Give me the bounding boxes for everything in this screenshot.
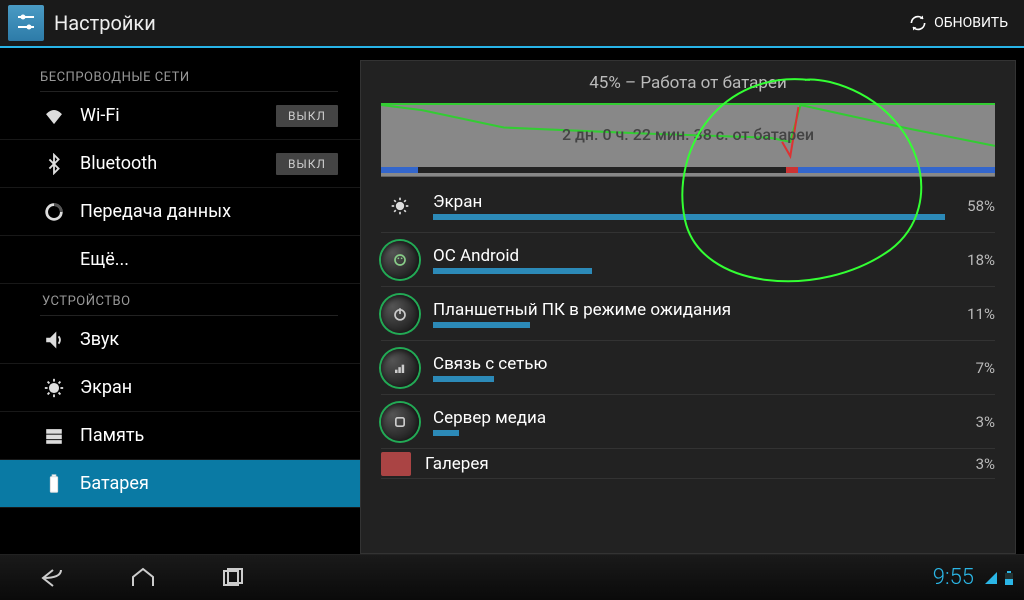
usage-name: Экран [433,192,945,212]
section-wireless: БЕСПРОВОДНЫЕ СЕТИ [0,60,360,91]
content: БЕСПРОВОДНЫЕ СЕТИ Wi-Fi ВЫКЛ Bluetooth В… [0,48,1024,554]
usage-item-android-os[interactable]: ОС Android 18% [381,233,995,287]
recents-button[interactable] [188,555,278,600]
sidebar-item-data-usage[interactable]: Передача данных [0,188,360,236]
sidebar-item-battery[interactable]: Батарея [0,460,360,508]
battery-usage-list: Экран 58% ОС Android 18% [361,179,1015,479]
usage-name: Связь с сетью [433,354,945,374]
usage-bar [433,214,945,220]
usage-bar [433,376,494,382]
usage-bar [433,430,459,436]
wifi-icon [40,102,68,130]
sound-icon [40,326,68,354]
battery-graph-strip [381,167,995,173]
battery-summary: 45% – Работа от батареи [361,61,1015,103]
battery-graph-time: 2 дн. 0 ч. 22 мин. 38 с. от батареи [381,125,995,144]
usage-pct: 3% [959,455,995,473]
usage-name: Планшетный ПК в режиме ожидания [433,300,945,320]
android-icon [381,241,419,279]
usage-item-screen[interactable]: Экран 58% [381,179,995,233]
status-icons[interactable] [984,571,1016,585]
battery-graph[interactable]: 2 дн. 0 ч. 22 мин. 38 с. от батареи [381,103,995,173]
bluetooth-icon [40,150,68,178]
sidebar-item-label: Экран [80,377,338,398]
media-icon [381,403,419,441]
usage-pct: 18% [959,251,995,269]
sidebar-item-label: Передача данных [80,201,338,222]
sidebar-item-wifi[interactable]: Wi-Fi ВЫКЛ [0,92,360,140]
sidebar-item-label: Память [80,425,338,446]
action-bar: Настройки ОБНОВИТЬ [0,0,1024,48]
sidebar: БЕСПРОВОДНЫЕ СЕТИ Wi-Fi ВЫКЛ Bluetooth В… [0,48,360,554]
page-title: Настройки [54,11,900,35]
usage-item-gallery[interactable]: Галерея 3% [381,449,995,479]
signal-status-icon [984,571,998,585]
battery-status-icon [1002,571,1016,585]
storage-icon [40,422,68,450]
section-device: УСТРОЙСТВО [0,284,360,315]
main-pane: 45% – Работа от батареи 2 дн. 0 ч. 22 ми… [360,60,1016,554]
usage-item-cell[interactable]: Связь с сетью 7% [381,341,995,395]
usage-pct: 11% [959,305,995,323]
sidebar-item-label: Ещё... [80,249,338,270]
usage-pct: 58% [959,197,995,215]
usage-item-media-server[interactable]: Сервер медиа 3% [381,395,995,449]
home-button[interactable] [98,555,188,600]
data-usage-icon [40,198,68,226]
usage-name: Галерея [425,454,945,474]
signal-icon [381,349,419,387]
brightness-icon [381,187,419,225]
usage-bar [433,268,592,274]
sidebar-item-storage[interactable]: Память [0,412,360,460]
sidebar-item-more[interactable]: Ещё... [0,236,360,284]
sidebar-item-label: Wi-Fi [80,105,276,126]
sidebar-item-bluetooth[interactable]: Bluetooth ВЫКЛ [0,140,360,188]
system-nav-bar: 9:55 [0,554,1024,600]
bluetooth-toggle[interactable]: ВЫКЛ [276,153,338,175]
usage-pct: 3% [959,413,995,431]
usage-name: Сервер медиа [433,408,945,428]
sliders-icon [14,11,38,35]
wifi-toggle[interactable]: ВЫКЛ [276,105,338,127]
refresh-icon [908,13,928,33]
usage-name: ОС Android [433,246,945,266]
sidebar-item-label: Звук [80,329,338,350]
settings-app-icon [8,5,44,41]
usage-pct: 7% [959,359,995,377]
battery-icon [40,470,68,498]
blank-icon [40,246,68,274]
sidebar-item-display[interactable]: Экран [0,364,360,412]
statusbar-clock[interactable]: 9:55 [933,565,974,590]
refresh-label: ОБНОВИТЬ [934,15,1008,31]
refresh-button[interactable]: ОБНОВИТЬ [900,13,1016,33]
gallery-icon [381,452,411,476]
brightness-icon [40,374,68,402]
usage-item-idle[interactable]: Планшетный ПК в режиме ожидания 11% [381,287,995,341]
power-icon [381,295,419,333]
back-button[interactable] [8,555,98,600]
sidebar-item-sound[interactable]: Звук [0,316,360,364]
sidebar-item-label: Батарея [80,473,338,494]
sidebar-item-label: Bluetooth [80,153,276,174]
usage-bar [433,322,530,328]
